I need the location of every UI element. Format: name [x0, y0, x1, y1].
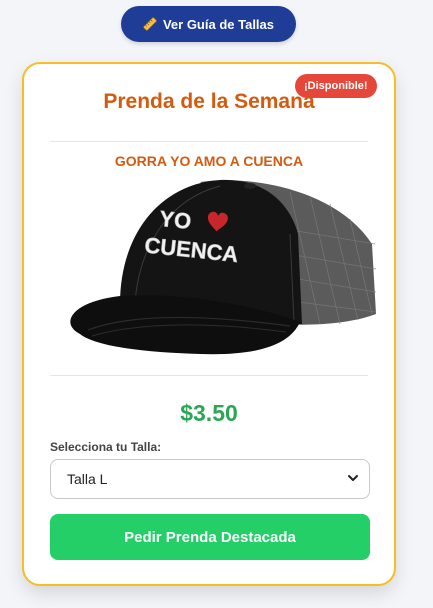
cap-text-yo: YO [158, 206, 192, 234]
size-guide-button[interactable]: Ver Guía de Tallas [121, 6, 296, 42]
bottom-divider [50, 375, 368, 376]
size-select[interactable]: Talla L [50, 459, 370, 499]
size-guide-label: Ver Guía de Tallas [162, 16, 275, 32]
top-divider [50, 141, 368, 142]
featured-product-card: ¡Disponible! Prenda de la Semana GORRA Y… [22, 62, 396, 586]
ruler-icon [143, 17, 157, 31]
product-image: YO CUENCA [50, 174, 380, 358]
chevron-down-icon [347, 471, 359, 487]
product-name: GORRA YO AMO A CUENCA [114, 153, 304, 169]
card-title: Prenda de la Semana [103, 90, 315, 113]
order-featured-button[interactable]: Pedir Prenda Destacada [50, 514, 370, 560]
size-select-value: Talla L [67, 471, 108, 487]
product-price: $3.50 [180, 400, 238, 426]
page: Ver Guía de Tallas ¡Disponible! Prenda d… [0, 0, 433, 608]
size-select-label: Selecciona tu Talla: [50, 440, 162, 454]
